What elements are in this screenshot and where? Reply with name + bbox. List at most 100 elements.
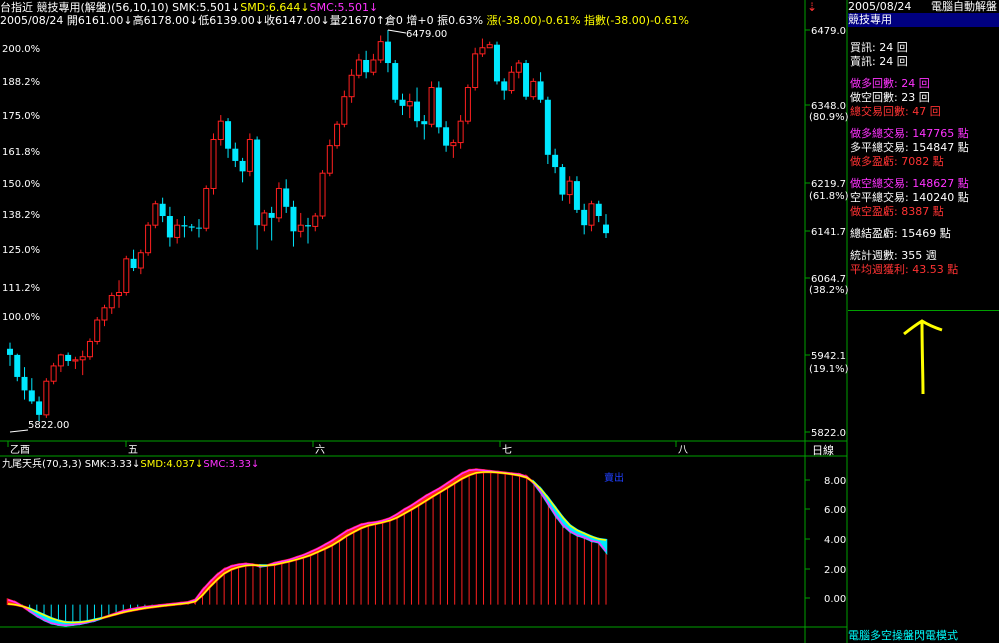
stat-line: 買訊: 24 回: [850, 41, 908, 54]
osc-tick-label: 0.00: [824, 594, 846, 605]
candle-body: [57, 354, 64, 367]
candle: [479, 38, 486, 57]
stat-line: 做空回數: 23 回: [850, 91, 930, 104]
candle: [537, 72, 544, 103]
oscillator-title: 九尾天兵(70,3,3) SMK:3.33↓SMD:4.037↓SMC:3.33…: [2, 457, 259, 470]
candle: [377, 35, 384, 64]
oscillator-panel: 九尾天兵(70,3,3) SMK:3.33↓SMD:4.037↓SMC:3.33…: [2, 457, 846, 627]
candle: [130, 249, 137, 272]
osc-tick-label: 6.00: [824, 505, 846, 516]
candle-body: [530, 80, 537, 98]
candle: [116, 280, 123, 308]
month-label: 五: [128, 445, 138, 456]
percent-tick-label: 161.8%: [2, 147, 40, 158]
candle: [123, 255, 130, 296]
candle-body: [537, 81, 544, 100]
auto-analysis-title: 電腦自動解盤: [931, 0, 997, 13]
candle: [305, 217, 311, 244]
osc-tick-label: 8.00: [824, 476, 846, 487]
candle: [341, 90, 348, 128]
candle: [399, 93, 406, 116]
candle-body: [566, 180, 573, 196]
stat-line: 做多總交易: 147765 點: [850, 127, 969, 140]
candle: [232, 142, 239, 168]
panel-divider: [848, 310, 999, 311]
candle-body: [305, 225, 311, 227]
candle: [7, 342, 13, 366]
candle: [203, 185, 210, 232]
candle: [566, 176, 573, 204]
candle-body: [65, 354, 72, 362]
candle-body: [472, 53, 479, 89]
candle-body: [581, 209, 588, 226]
fib-percent-label: (19.1%): [809, 364, 848, 375]
mode-status: 電腦多空操盤閃電模式: [848, 629, 958, 642]
candle-body: [319, 172, 326, 217]
candle: [290, 200, 297, 247]
candle-body: [464, 87, 471, 122]
stat-line: 總結盈虧: 15469 點: [850, 227, 951, 240]
tab-competition[interactable]: 競技專用: [848, 13, 999, 27]
stat-line: 總交易回數: 47 回: [850, 105, 941, 118]
candle: [363, 50, 370, 79]
candle-body: [137, 252, 144, 269]
candle: [181, 216, 188, 238]
candle-body: [94, 319, 101, 342]
candle: [501, 78, 508, 100]
candle-body: [501, 81, 508, 91]
candle-body: [188, 226, 195, 228]
candle-body: [603, 224, 609, 234]
candle-body: [239, 160, 246, 172]
smd-line: [7, 471, 607, 624]
price-tick-label: 6141.7: [811, 227, 846, 238]
candle-body: [174, 224, 181, 238]
candle-body: [152, 203, 159, 226]
stat-line: 做多盈虧: 7082 點: [850, 155, 944, 168]
candle-body: [406, 101, 413, 107]
candle: [414, 87, 421, 128]
candle: [79, 350, 86, 376]
candle-body: [116, 291, 123, 297]
candle: [392, 59, 399, 103]
candle: [472, 47, 479, 91]
candle-body: [72, 359, 79, 362]
candle-body: [195, 227, 202, 229]
candle: [486, 41, 493, 49]
candle: [28, 378, 35, 404]
candle-body: [159, 203, 166, 217]
stat-line: 做多回數: 24 回: [850, 77, 930, 90]
oscillator-title-segment: 九尾天兵(70,3,3) SMK:3.33↓: [2, 457, 140, 470]
candle-body: [7, 348, 13, 355]
candle-body: [493, 44, 500, 82]
candle: [435, 81, 442, 134]
candle-body: [377, 41, 384, 61]
candle: [108, 292, 115, 314]
extreme-label: 5822.00: [28, 420, 69, 431]
candle: [50, 362, 57, 385]
candle: [43, 378, 50, 418]
month-label: 八: [678, 445, 688, 456]
candle-body: [217, 120, 224, 141]
candle-body: [297, 224, 304, 232]
candle-body: [384, 41, 391, 64]
candle: [57, 353, 64, 373]
candle-body: [14, 354, 21, 377]
candle: [515, 59, 522, 79]
candle: [384, 30, 391, 73]
price-tick-label: 5822.0: [811, 428, 846, 439]
month-axis: 乙酉 五 六 七 八 日線: [7, 441, 834, 457]
candle: [523, 59, 530, 100]
candle-body: [123, 258, 130, 293]
candle: [275, 182, 282, 223]
percent-tick-label: 100.0%: [2, 312, 40, 323]
main-frame: [0, 0, 848, 643]
candle-body: [261, 212, 268, 226]
osc-tick-label: 4.00: [824, 535, 846, 546]
candle: [603, 214, 609, 239]
candle: [370, 53, 377, 76]
candle: [137, 249, 144, 275]
candle: [588, 200, 595, 232]
candle: [101, 304, 108, 327]
scroll-down-arrow-icon[interactable]: ⇣: [805, 0, 819, 14]
candle: [326, 139, 333, 177]
